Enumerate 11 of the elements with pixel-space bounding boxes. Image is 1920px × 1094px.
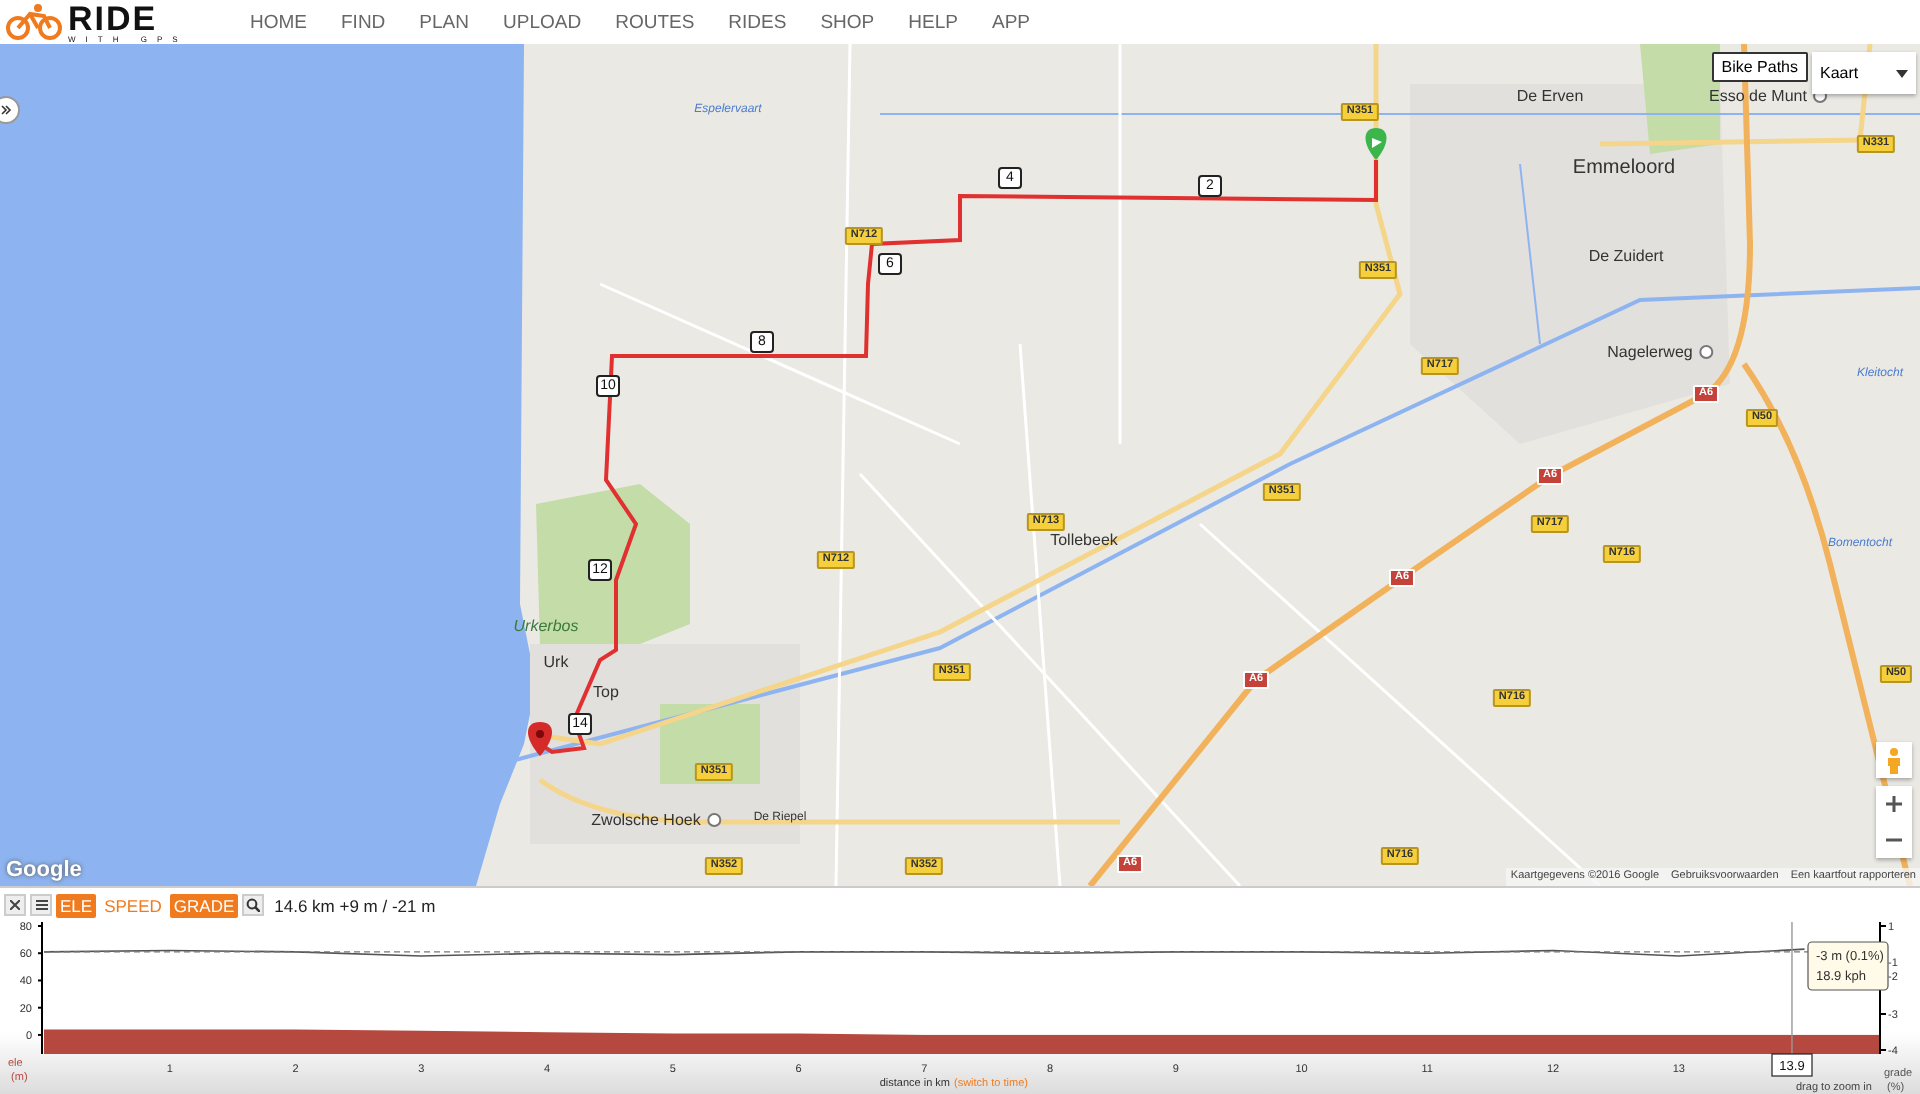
place-label: De Erven [1516,87,1584,105]
place-label: Nagelerweg [1607,343,1713,361]
place-label: De Zuidert [1588,247,1664,265]
park-label: Urkerbos [513,617,579,635]
place-label: Tollebeek [1050,531,1118,549]
place-label: Urk [543,653,569,671]
place-label: Zwolsche Hoek [591,811,721,829]
route-summary: 14.6 km +9 m / -21 m [274,895,436,915]
map-provider-logo: Google [6,858,82,882]
place-label: Top [593,683,619,701]
place-label: Emmeloord [1572,157,1676,179]
